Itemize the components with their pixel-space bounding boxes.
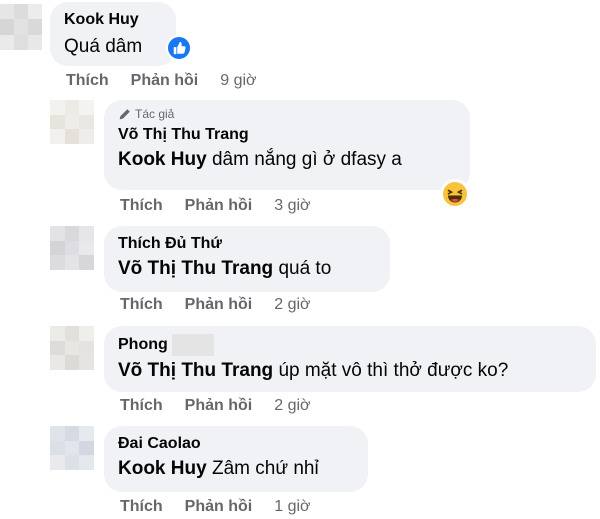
reply-button[interactable]: Phản hồi bbox=[185, 196, 253, 216]
comment-body: quá to bbox=[278, 258, 332, 279]
timestamp[interactable]: 3 giờ bbox=[274, 196, 310, 216]
comment-author[interactable]: Thích Đủ Thứ bbox=[118, 234, 376, 254]
comment-author[interactable]: Đai Caolao bbox=[118, 434, 354, 454]
avatar[interactable] bbox=[50, 100, 94, 144]
comment-body: dâm nắng gì ở dfasy a bbox=[211, 149, 402, 170]
like-button[interactable]: Thích bbox=[120, 295, 163, 315]
comment-text: Quá dâm bbox=[64, 36, 143, 57]
comment-bubble: Tác giả Võ Thị Thu Trang Kook Huy dâm nắ… bbox=[104, 100, 470, 190]
reply-button[interactable]: Phản hồi bbox=[131, 71, 199, 91]
haha-reaction-icon[interactable] bbox=[440, 179, 470, 209]
like-reaction-icon[interactable] bbox=[166, 35, 192, 61]
comment-bubble: Phong Võ Thị Thu Trang úp mặt vô thì thở… bbox=[104, 326, 596, 392]
reply-button[interactable]: Phản hồi bbox=[185, 497, 253, 517]
reply-button[interactable]: Phản hồi bbox=[185, 396, 253, 416]
comment-text: Võ Thị Thu Trang úp mặt vô thì thở được … bbox=[118, 358, 582, 384]
pencil-icon bbox=[119, 109, 130, 120]
like-button[interactable]: Thích bbox=[120, 497, 163, 517]
blurred-name bbox=[171, 334, 214, 356]
mention-link[interactable]: Võ Thị Thu Trang bbox=[118, 258, 273, 279]
avatar[interactable] bbox=[50, 326, 94, 370]
like-button[interactable]: Thích bbox=[120, 196, 163, 216]
mention-link[interactable]: Kook Huy bbox=[118, 458, 207, 479]
timestamp[interactable]: 2 giờ bbox=[274, 295, 310, 315]
comment-text: Kook Huy dâm nắng gì ở dfasy a bbox=[118, 147, 456, 173]
avatar[interactable] bbox=[0, 4, 42, 50]
avatar[interactable] bbox=[50, 426, 94, 470]
timestamp[interactable]: 2 giờ bbox=[274, 396, 310, 416]
reply-button[interactable]: Phản hồi bbox=[185, 295, 253, 315]
mention-link[interactable]: Võ Thị Thu Trang bbox=[118, 360, 273, 381]
comment-bubble: Đai Caolao Kook Huy Zâm chứ nhỉ bbox=[104, 426, 368, 492]
comment-actions: Thích Phản hồi 9 giờ bbox=[66, 71, 257, 91]
comment-text: Võ Thị Thu Trang quá to bbox=[118, 256, 376, 282]
author-tag: Tác giả bbox=[118, 107, 456, 122]
mention-link[interactable]: Kook Huy bbox=[118, 149, 207, 170]
timestamp[interactable]: 9 giờ bbox=[220, 71, 256, 91]
timestamp[interactable]: 1 giờ bbox=[274, 497, 310, 517]
like-button[interactable]: Thích bbox=[66, 71, 109, 91]
author-tag-label: Tác giả bbox=[135, 107, 175, 121]
comment-author-row: Phong bbox=[118, 334, 582, 356]
comment-actions: Thích Phản hồi 2 giờ bbox=[120, 295, 311, 315]
comment-actions: Thích Phản hồi 2 giờ bbox=[120, 396, 311, 416]
comment-text: Kook Huy Zâm chứ nhỉ bbox=[118, 456, 354, 482]
comment-actions: Thích Phản hồi 3 giờ bbox=[120, 196, 311, 216]
comment-author[interactable]: Kook Huy bbox=[64, 10, 162, 30]
avatar[interactable] bbox=[50, 226, 94, 270]
like-button[interactable]: Thích bbox=[120, 396, 163, 416]
comment-bubble: Thích Đủ Thứ Võ Thị Thu Trang quá to bbox=[104, 226, 390, 292]
comment-body: Zâm chứ nhỉ bbox=[211, 458, 319, 479]
comment-author[interactable]: Võ Thị Thu Trang bbox=[118, 125, 456, 145]
comment-body: úp mặt vô thì thở được ko? bbox=[278, 360, 509, 381]
comment-author[interactable]: Phong bbox=[118, 336, 168, 353]
comment-bubble: Kook Huy Quá dâm bbox=[50, 2, 176, 66]
comment-actions: Thích Phản hồi 1 giờ bbox=[120, 497, 311, 517]
